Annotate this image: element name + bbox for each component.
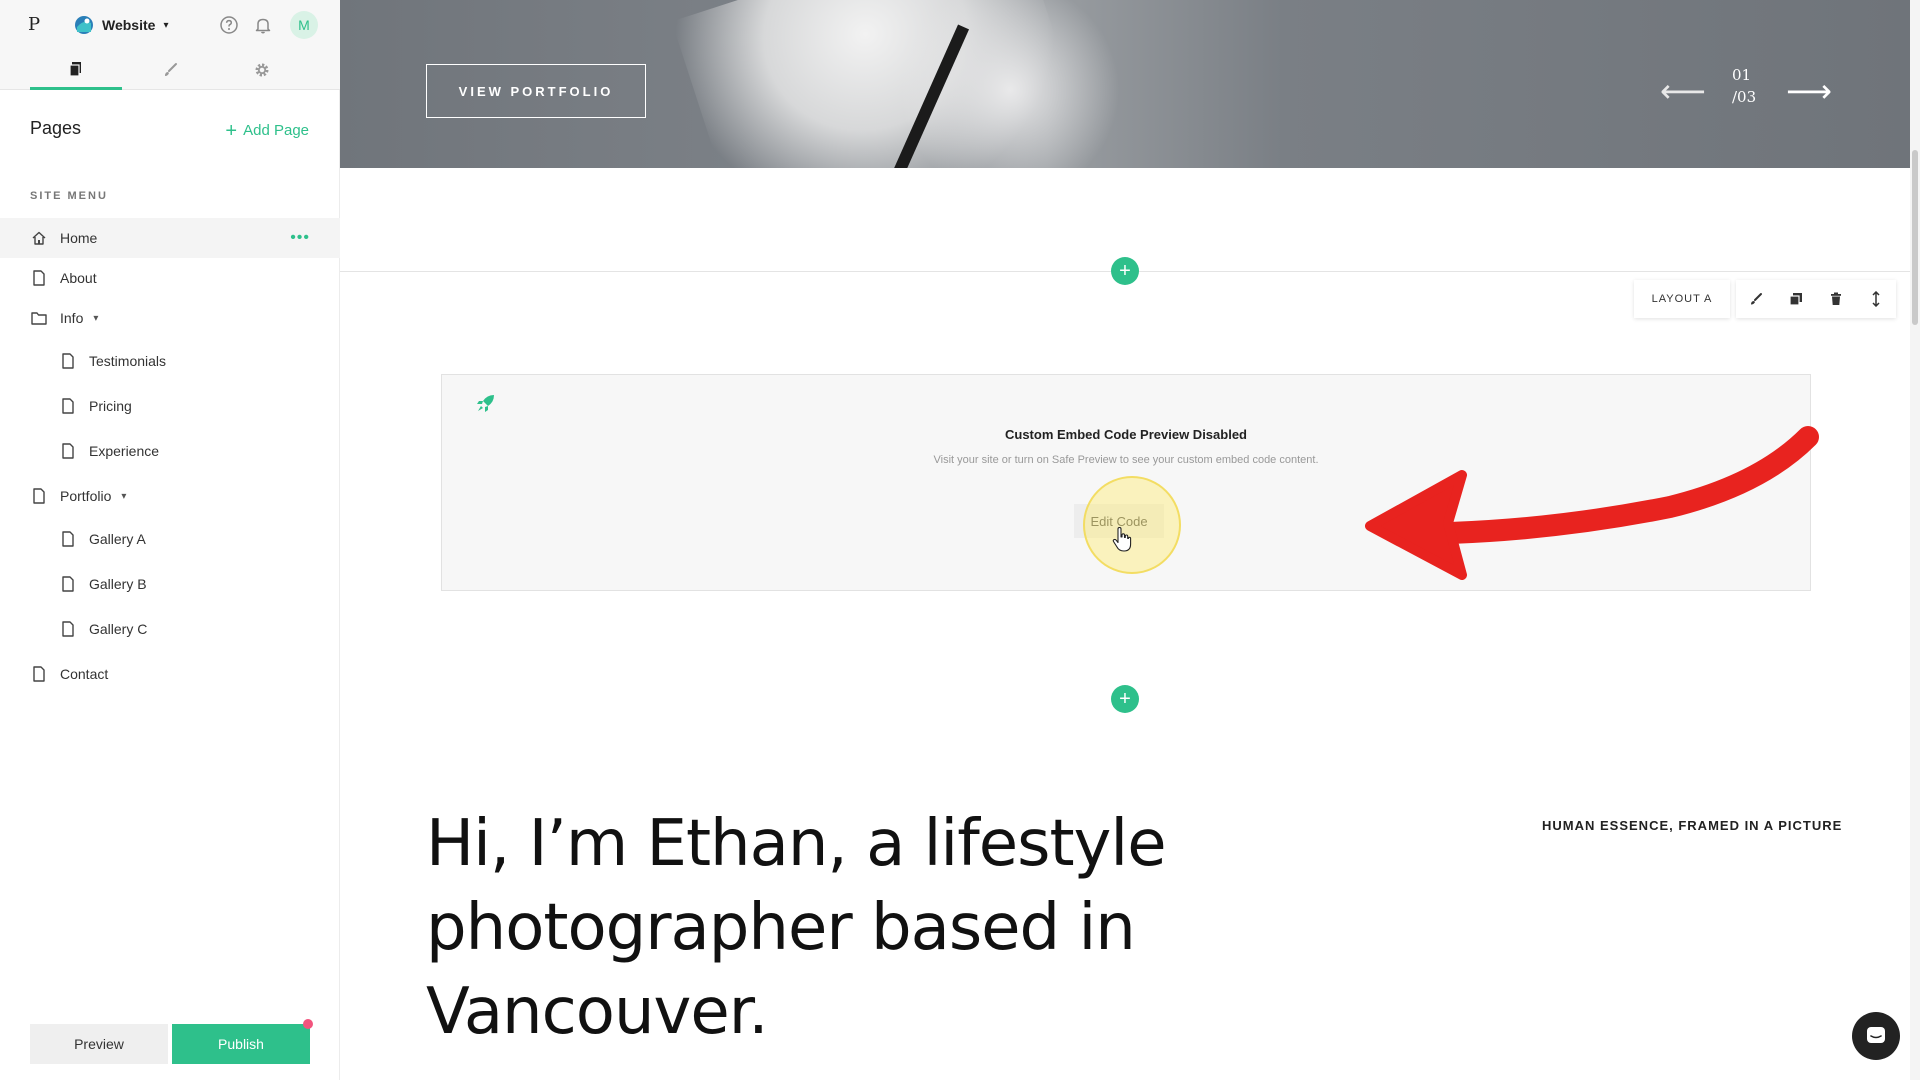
sidebar-item-label: Testimonials bbox=[89, 353, 167, 369]
trash-icon[interactable] bbox=[1816, 280, 1856, 318]
site-menu-label: SITE MENU bbox=[30, 190, 108, 202]
chevron-down-icon[interactable]: ▾ bbox=[93, 313, 98, 324]
sidebar-item-gallery-b[interactable]: Gallery B bbox=[0, 564, 340, 604]
section-tools bbox=[1736, 280, 1896, 318]
bell-icon[interactable] bbox=[251, 13, 275, 37]
sidebar: P Website ▾ M Pages + Add Page SITE MENU… bbox=[0, 0, 340, 1080]
add-section-button[interactable]: + bbox=[1111, 257, 1139, 285]
tab-settings[interactable] bbox=[216, 50, 308, 90]
sidebar-item-label: Contact bbox=[60, 666, 109, 682]
sidebar-item-label: Pricing bbox=[89, 398, 132, 414]
site-name: Website bbox=[102, 17, 156, 33]
plus-icon: + bbox=[225, 119, 238, 142]
pages-title: Pages bbox=[30, 118, 82, 138]
add-section-button[interactable]: + bbox=[1111, 685, 1139, 713]
sidebar-item-experience[interactable]: Experience bbox=[0, 431, 340, 471]
sidebar-item-about[interactable]: About bbox=[0, 258, 340, 298]
sidebar-tabs bbox=[0, 50, 340, 90]
sidebar-item-contact[interactable]: Contact bbox=[0, 654, 340, 694]
gear-icon bbox=[255, 63, 269, 77]
slide-current-number: 01 bbox=[1732, 66, 1752, 84]
sidebar-item-label: Home bbox=[60, 230, 98, 246]
sidebar-item-gallery-c[interactable]: Gallery C bbox=[0, 609, 340, 649]
sidebar-item-label: Gallery B bbox=[89, 576, 147, 592]
duplicate-icon[interactable] bbox=[1776, 280, 1816, 318]
intro-tagline: HUMAN ESSENCE, FRAMED IN A PICTURE bbox=[1542, 818, 1843, 833]
page-icon bbox=[59, 620, 77, 638]
sidebar-item-testimonials[interactable]: Testimonials bbox=[0, 341, 340, 381]
scrollbar-thumb[interactable] bbox=[1912, 150, 1918, 325]
add-page-label: Add Page bbox=[243, 122, 309, 139]
app-topbar: P Website ▾ M bbox=[0, 0, 340, 50]
embed-title: Custom Embed Code Preview Disabled bbox=[1004, 427, 1247, 442]
page-icon bbox=[59, 397, 77, 415]
sidebar-item-pricing[interactable]: Pricing bbox=[0, 386, 340, 426]
arrow-left-icon[interactable]: ⟵ bbox=[1660, 75, 1706, 107]
hero-banner: VIEW PORTFOLIO ⟵ 01 /03 ⟶ bbox=[340, 0, 1910, 168]
arrow-right-icon[interactable]: ⟶ bbox=[1786, 75, 1832, 107]
page-icon bbox=[30, 665, 48, 683]
page-icon bbox=[59, 530, 77, 548]
rocket-icon bbox=[477, 395, 494, 412]
add-page-button[interactable]: + Add Page bbox=[225, 119, 309, 142]
publish-button[interactable]: Publish bbox=[172, 1024, 310, 1064]
notification-dot bbox=[303, 1019, 313, 1029]
layout-button[interactable]: LAYOUT A bbox=[1634, 280, 1730, 318]
home-icon bbox=[30, 229, 48, 247]
page-icon bbox=[59, 352, 77, 370]
site-switcher[interactable]: Website ▾ bbox=[74, 13, 168, 37]
chevron-down-icon: ▾ bbox=[163, 19, 169, 31]
folder-icon bbox=[30, 309, 48, 327]
page-icon bbox=[59, 575, 77, 593]
sidebar-item-label: Experience bbox=[89, 443, 160, 459]
embed-block: Custom Embed Code Preview Disabled Visit… bbox=[441, 374, 1811, 591]
sidebar-item-portfolio[interactable]: Portfolio ▾ bbox=[0, 476, 340, 516]
help-icon[interactable] bbox=[217, 13, 241, 37]
page-icon bbox=[59, 442, 77, 460]
sidebar-item-label: Portfolio bbox=[60, 488, 112, 504]
edit-code-button[interactable]: Edit Code bbox=[1074, 504, 1164, 538]
sidebar-item-info[interactable]: Info ▾ bbox=[0, 298, 340, 338]
sidebar-item-label: About bbox=[60, 270, 97, 286]
sidebar-item-label: Gallery A bbox=[89, 531, 146, 547]
tab-pages[interactable] bbox=[30, 50, 122, 90]
page-icon bbox=[30, 487, 48, 505]
brush-icon[interactable] bbox=[1736, 280, 1776, 318]
sidebar-item-label: Gallery C bbox=[89, 621, 148, 637]
tab-design[interactable] bbox=[124, 50, 216, 90]
site-logo-icon bbox=[75, 16, 93, 34]
pages-icon bbox=[69, 61, 81, 77]
editor-canvas: VIEW PORTFOLIO ⟵ 01 /03 ⟶ + LAYOUT A Cus… bbox=[340, 0, 1920, 1080]
embed-subtitle: Visit your site or turn on Safe Preview … bbox=[933, 454, 1319, 466]
brush-icon bbox=[165, 63, 177, 76]
move-vertical-icon[interactable] bbox=[1856, 280, 1896, 318]
sidebar-item-label: Info bbox=[60, 310, 84, 326]
sidebar-item-gallery-a[interactable]: Gallery A bbox=[0, 519, 340, 559]
intro-headline: Hi, I’m Ethan, a lifestyle photographer … bbox=[426, 807, 1167, 1049]
avatar[interactable]: M bbox=[290, 11, 318, 39]
slide-total-number: /03 bbox=[1732, 88, 1757, 106]
more-options-icon[interactable]: ••• bbox=[290, 229, 310, 247]
app-logo[interactable]: P bbox=[28, 14, 40, 35]
chevron-down-icon[interactable]: ▾ bbox=[121, 491, 126, 502]
section-toolbar: LAYOUT A bbox=[1634, 280, 1896, 318]
scrollbar[interactable] bbox=[1910, 0, 1920, 1080]
chat-support-button[interactable] bbox=[1852, 1012, 1900, 1060]
view-portfolio-button[interactable]: VIEW PORTFOLIO bbox=[426, 64, 646, 118]
page-icon bbox=[30, 269, 48, 287]
preview-button[interactable]: Preview bbox=[30, 1024, 168, 1064]
chat-icon bbox=[1867, 1027, 1885, 1043]
sidebar-item-home[interactable]: Home ••• bbox=[0, 218, 340, 258]
